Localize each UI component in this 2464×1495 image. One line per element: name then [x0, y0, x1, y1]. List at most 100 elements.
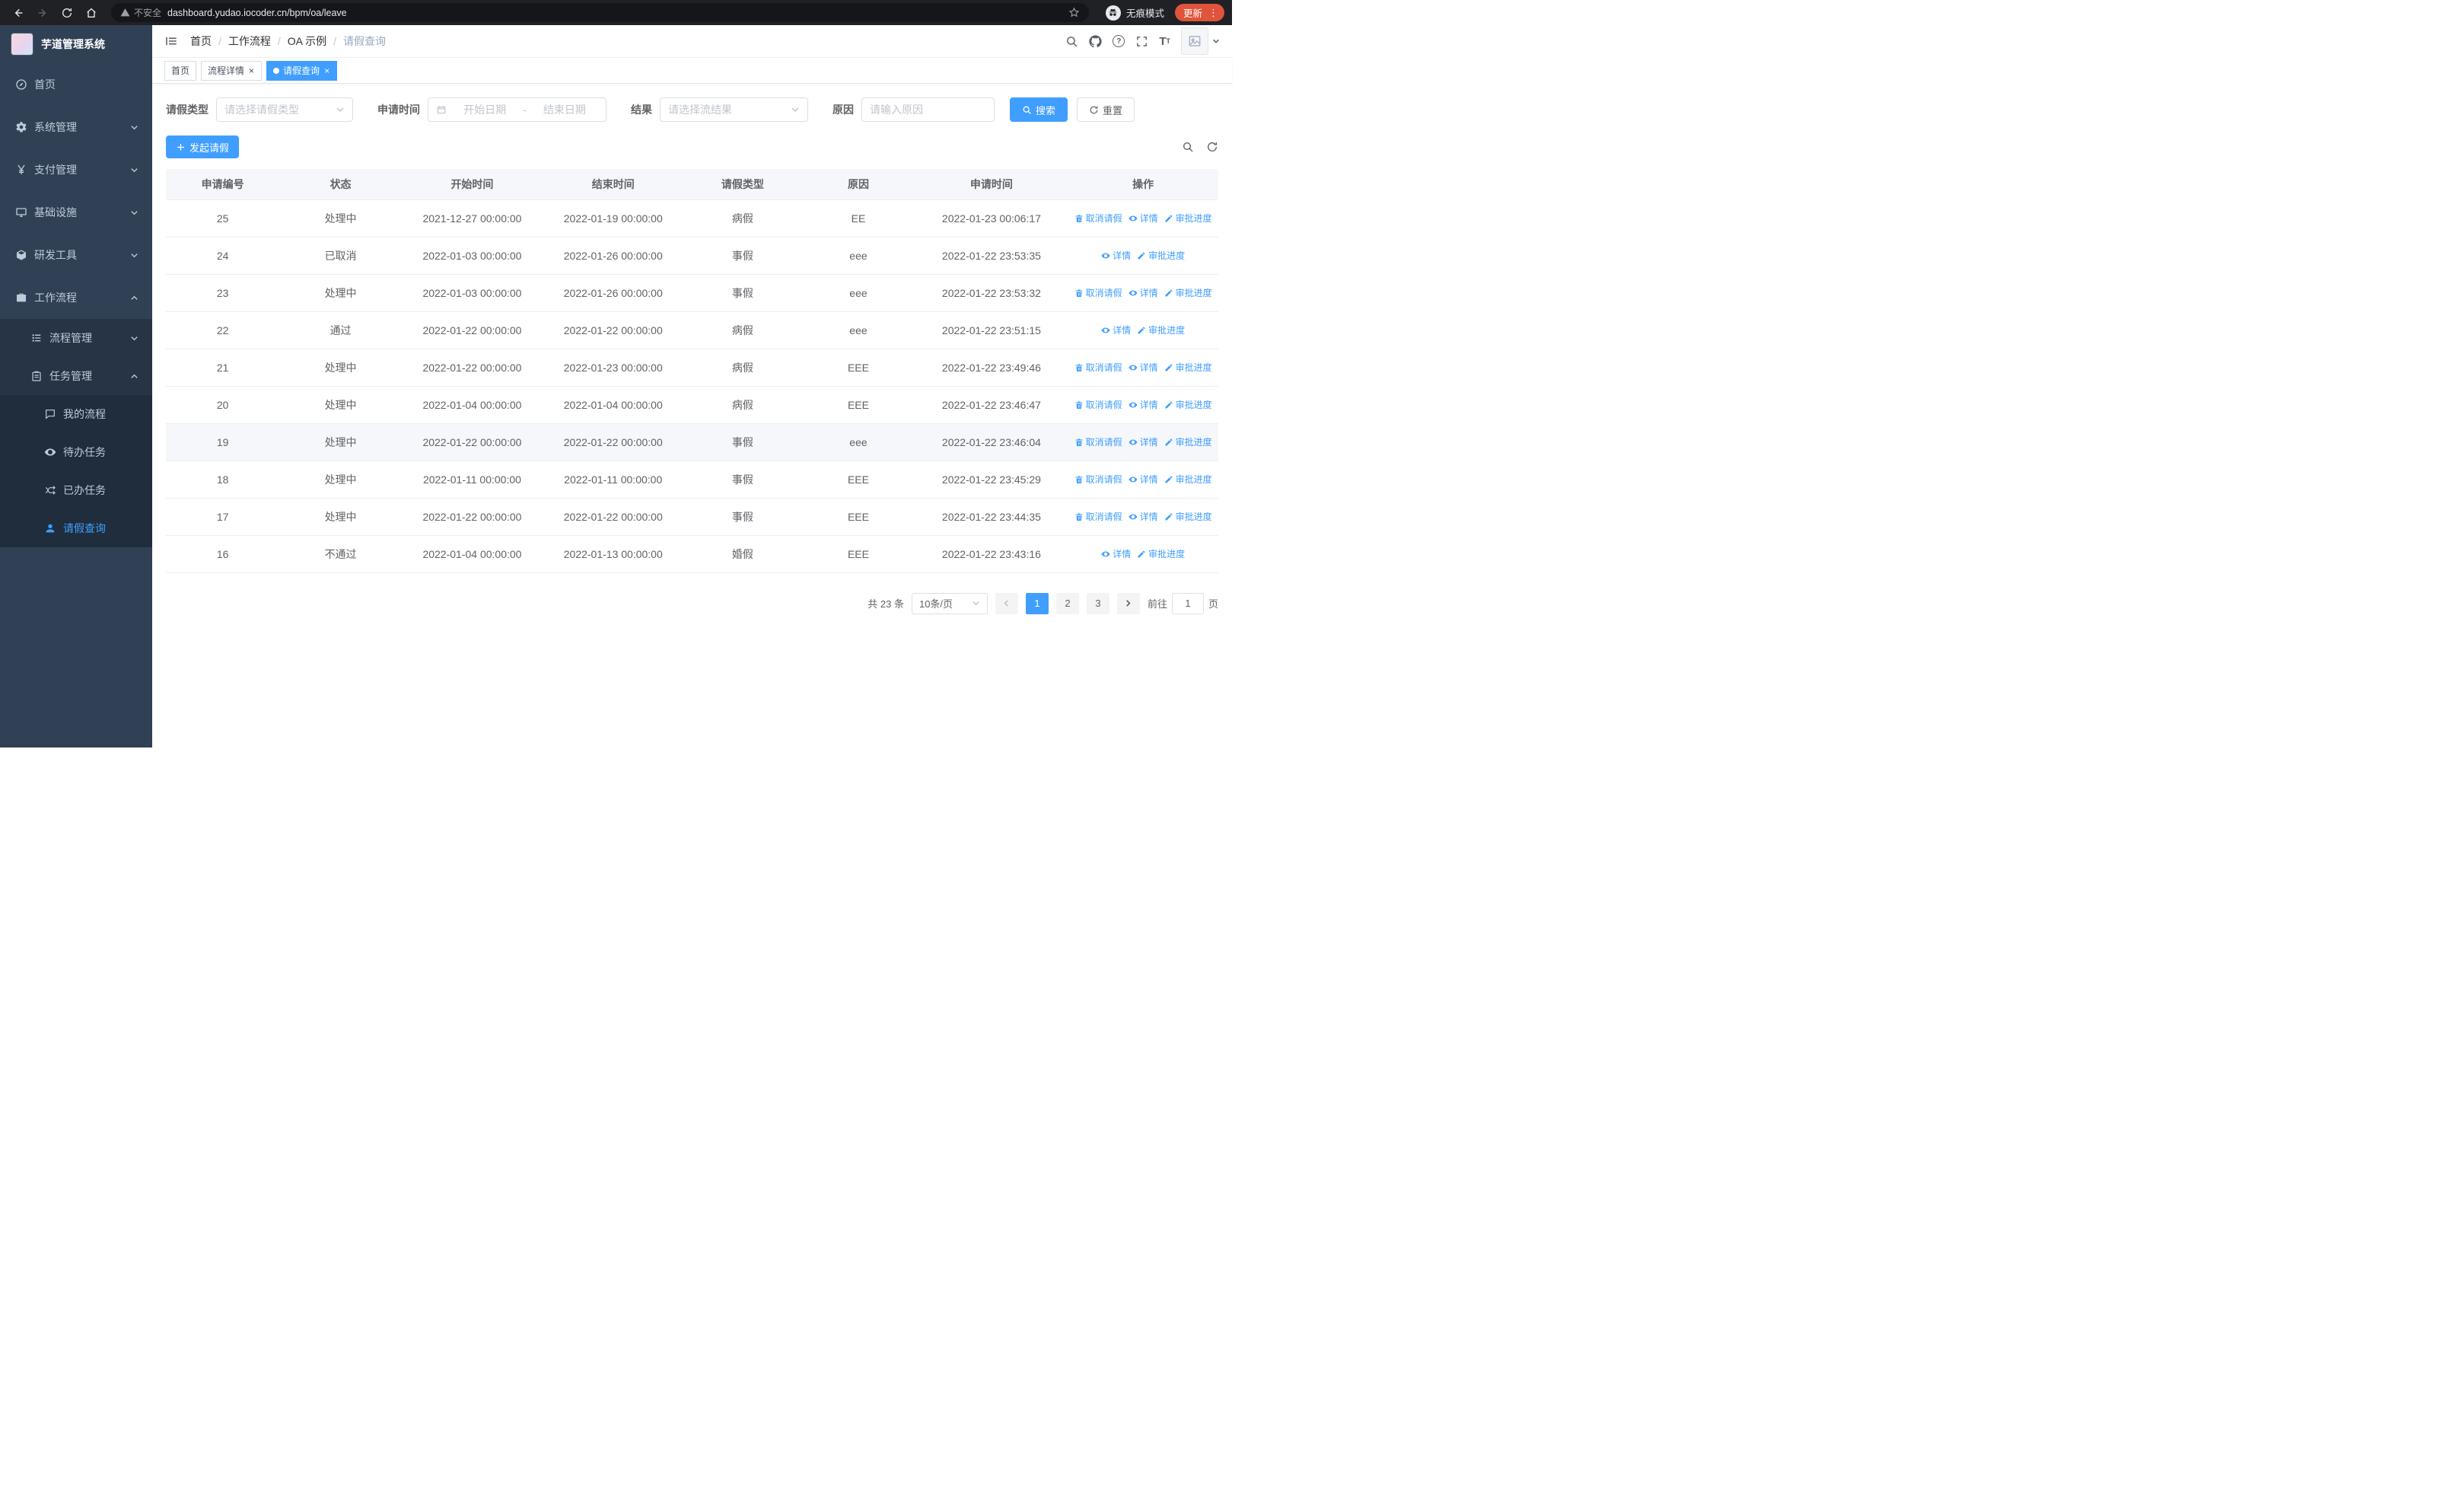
update-chip[interactable]: 更新 ⋮ — [1174, 4, 1224, 21]
hamburger-icon[interactable] — [164, 34, 178, 48]
toggle-search-icon[interactable] — [1182, 141, 1194, 153]
tab-process-detail[interactable]: 流程详情 × — [201, 60, 263, 81]
search-button[interactable]: 搜索 — [1010, 97, 1068, 122]
action-cancel[interactable]: 取消请假 — [1074, 212, 1122, 225]
action-detail[interactable]: 详情 — [1101, 249, 1131, 262]
action-progress[interactable]: 审批进度 — [1137, 547, 1185, 560]
sidebar-item-home[interactable]: 首页 — [0, 63, 152, 106]
action-detail[interactable]: 详情 — [1129, 286, 1158, 299]
apply-time-range-picker[interactable]: 开始日期 - 结束日期 — [428, 97, 606, 122]
action-progress[interactable]: 审批进度 — [1164, 510, 1212, 523]
action-progress[interactable]: 审批进度 — [1164, 361, 1212, 374]
back-icon[interactable] — [8, 2, 29, 24]
bookmark-star-icon[interactable] — [1068, 7, 1080, 18]
action-progress[interactable]: 审批进度 — [1164, 435, 1212, 448]
tab-home[interactable]: 首页 — [164, 60, 197, 81]
delete-icon — [1074, 400, 1084, 410]
fullscreen-icon[interactable] — [1135, 35, 1148, 48]
sidebar-item-workflow[interactable]: 工作流程 — [0, 276, 152, 319]
cell-id: 22 — [166, 311, 280, 349]
prev-page-button[interactable] — [995, 592, 1018, 614]
incognito-label: 无痕模式 — [1125, 8, 1164, 19]
page-button-2[interactable]: 2 — [1055, 592, 1079, 614]
action-progress[interactable]: 审批进度 — [1164, 398, 1212, 411]
page-size-select[interactable]: 10条/页 — [911, 592, 988, 614]
action-cancel[interactable]: 取消请假 — [1074, 435, 1122, 448]
create-leave-button[interactable]: 发起请假 — [166, 135, 240, 158]
action-cancel[interactable]: 取消请假 — [1074, 361, 1122, 374]
forward-icon[interactable] — [32, 2, 53, 24]
action-cancel[interactable]: 取消请假 — [1074, 286, 1122, 299]
home-icon[interactable] — [81, 2, 102, 24]
sidebar-item-done-tasks[interactable]: 已办任务 — [0, 471, 152, 509]
chevron-up-icon — [130, 294, 138, 302]
cell-end_time: 2022-01-26 00:00:00 — [543, 274, 684, 312]
next-page-button[interactable] — [1116, 592, 1140, 614]
date-end-placeholder[interactable]: 结束日期 — [531, 102, 598, 117]
help-icon[interactable]: ? — [1113, 35, 1125, 47]
action-progress[interactable]: 审批进度 — [1137, 324, 1185, 336]
breadcrumb-item[interactable]: 工作流程 — [228, 33, 271, 49]
url-bar[interactable]: 不安全 dashboard.yudao.iocoder.cn/bpm/oa/le… — [111, 3, 1089, 22]
delete-icon — [1074, 288, 1084, 298]
col-leave-type: 请假类型 — [683, 169, 802, 200]
action-detail[interactable]: 详情 — [1129, 212, 1158, 225]
tab-leave-query[interactable]: 请假查询 × — [266, 60, 338, 81]
breadcrumb-item[interactable]: 首页 — [190, 33, 212, 49]
reload-icon[interactable] — [56, 2, 78, 24]
goto-label: 前往 — [1147, 598, 1167, 610]
sidebar-item-system[interactable]: 系统管理 — [0, 106, 152, 148]
cell-actions: 取消请假 详情 审批进度 — [1068, 461, 1218, 499]
action-detail[interactable]: 详情 — [1129, 361, 1158, 374]
browser-menu-icon[interactable]: ⋮ — [1207, 8, 1220, 18]
edit-icon — [1164, 363, 1173, 372]
close-icon[interactable]: × — [248, 66, 255, 75]
action-cancel[interactable]: 取消请假 — [1074, 510, 1122, 523]
close-icon[interactable]: × — [323, 66, 330, 75]
shuffle-icon — [44, 484, 56, 496]
sidebar-item-infra[interactable]: 基础设施 — [0, 191, 152, 234]
breadcrumb-item[interactable]: OA 示例 — [288, 33, 326, 49]
sidebar-item-process-mgmt[interactable]: 流程管理 — [0, 319, 152, 357]
sidebar-item-task-mgmt[interactable]: 任务管理 — [0, 357, 152, 395]
action-cancel[interactable]: 取消请假 — [1074, 398, 1122, 411]
goto-page-input[interactable] — [1171, 592, 1204, 614]
logo[interactable]: 芋道管理系统 — [0, 25, 152, 63]
date-separator: - — [523, 104, 527, 116]
url-text[interactable]: dashboard.yudao.iocoder.cn/bpm/oa/leave — [167, 8, 347, 18]
action-detail[interactable]: 详情 — [1129, 510, 1158, 523]
action-progress[interactable]: 审批进度 — [1164, 286, 1212, 299]
date-start-placeholder[interactable]: 开始日期 — [451, 102, 518, 117]
sidebar-item-todo-tasks[interactable]: 待办任务 — [0, 433, 152, 471]
action-detail[interactable]: 详情 — [1101, 324, 1131, 336]
sidebar-item-payment[interactable]: 支付管理 — [0, 148, 152, 191]
refresh-table-icon[interactable] — [1206, 141, 1218, 153]
cell-reason: eee — [801, 274, 915, 312]
font-size-icon[interactable]: TT — [1159, 36, 1170, 47]
action-detail[interactable]: 详情 — [1129, 398, 1158, 411]
action-cancel[interactable]: 取消请假 — [1074, 473, 1122, 486]
reset-button[interactable]: 重置 — [1077, 97, 1135, 122]
sidebar-item-my-process[interactable]: 我的流程 — [0, 395, 152, 433]
action-detail[interactable]: 详情 — [1101, 547, 1131, 560]
pagination: 共 23 条 10条/页 1 2 3 前往 页 — [166, 592, 1218, 614]
action-detail[interactable]: 详情 — [1129, 435, 1158, 448]
app-header: 首页 / 工作流程 / OA 示例 / 请假查询 ? TT — [152, 25, 1232, 58]
action-progress[interactable]: 审批进度 — [1137, 249, 1185, 262]
result-select[interactable]: 请选择流结果 — [660, 97, 808, 122]
page-button-3[interactable]: 3 — [1086, 592, 1109, 614]
user-menu[interactable] — [1181, 27, 1220, 55]
action-detail[interactable]: 详情 — [1129, 473, 1158, 486]
table-row: 24 已取消 2022-01-03 00:00:00 2022-01-26 00:00… — [166, 237, 1218, 275]
github-icon[interactable] — [1089, 34, 1102, 48]
page-button-1[interactable]: 1 — [1025, 592, 1049, 614]
sidebar-item-devtools[interactable]: 研发工具 — [0, 234, 152, 276]
action-progress[interactable]: 审批进度 — [1164, 473, 1212, 486]
search-icon[interactable] — [1065, 35, 1078, 48]
cell-leave_type: 病假 — [683, 349, 802, 387]
reason-input[interactable] — [861, 97, 995, 122]
sidebar-item-leave-query[interactable]: 请假查询 — [0, 509, 152, 547]
not-secure-warning[interactable]: 不安全 — [120, 6, 161, 19]
action-progress[interactable]: 审批进度 — [1164, 212, 1212, 225]
leave-type-select[interactable]: 请选择请假类型 — [216, 97, 353, 122]
